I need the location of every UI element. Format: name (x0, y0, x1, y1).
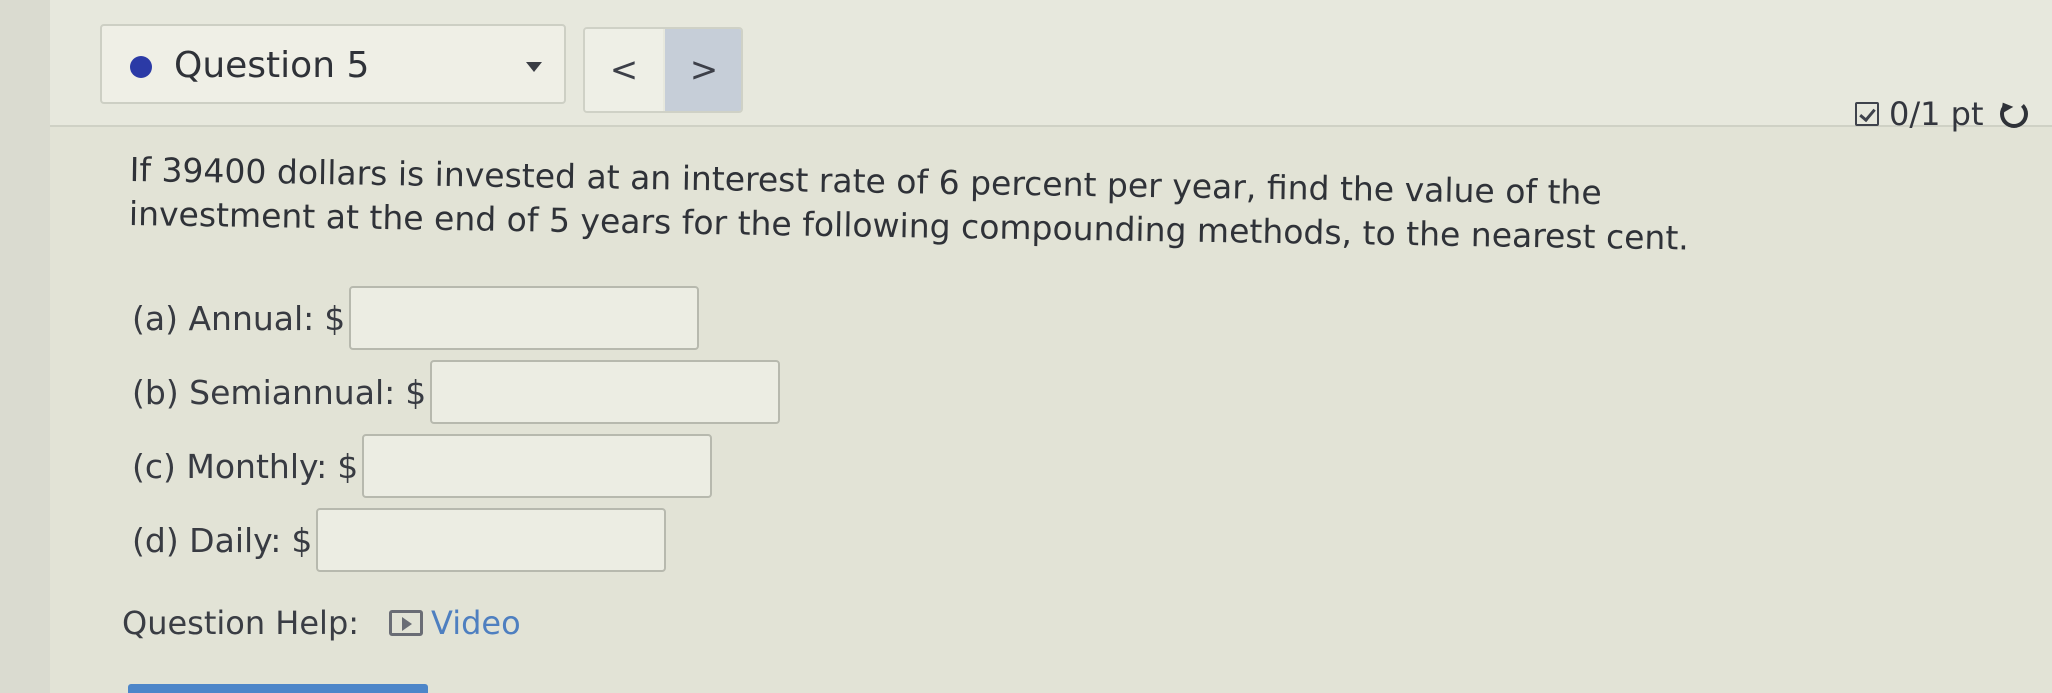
answer-row-semiannual: (b) Semiannual: $ (132, 360, 781, 424)
score-area: 0/1 pt (1855, 92, 2028, 136)
answer-row-daily: (d) Daily: $ (132, 508, 667, 572)
question-prompt: If 39400 dollars is invested at an inter… (128, 149, 1690, 258)
answer-label: (a) Annual: (132, 298, 315, 338)
question-help: Question Help: Video (122, 604, 521, 642)
help-label: Question Help: (122, 604, 360, 642)
daily-input[interactable] (316, 508, 667, 572)
page-margin (0, 0, 50, 693)
currency-symbol: $ (405, 372, 427, 412)
answer-label: (c) Monthly: (132, 446, 328, 486)
answer-row-annual: (a) Annual: $ (132, 286, 700, 350)
monthly-input[interactable] (362, 434, 713, 498)
annual-input[interactable] (349, 286, 700, 350)
answer-row-monthly: (c) Monthly: $ (132, 434, 713, 498)
submit-button[interactable] (128, 684, 428, 693)
currency-symbol: $ (337, 446, 359, 486)
answer-label: (d) Daily: (132, 520, 282, 560)
score-text: 0/1 pt (1889, 95, 1984, 133)
dropdown-arrow-icon[interactable] (526, 62, 542, 72)
question-label: Question 5 (174, 45, 370, 86)
video-link[interactable]: Video (431, 604, 521, 642)
question-navigation: < > (583, 27, 743, 113)
retry-icon[interactable] (1999, 100, 2028, 128)
semiannual-input[interactable] (430, 360, 781, 424)
status-dot-icon (130, 56, 152, 78)
checkbox-icon (1855, 102, 1879, 126)
question-select[interactable]: Question 5 (100, 24, 566, 104)
previous-question-button[interactable]: < (585, 29, 663, 111)
answer-label: (b) Semiannual: (132, 372, 396, 412)
video-icon[interactable] (389, 610, 424, 636)
currency-symbol: $ (291, 520, 313, 560)
next-question-button[interactable]: > (665, 29, 741, 111)
currency-symbol: $ (324, 298, 346, 338)
